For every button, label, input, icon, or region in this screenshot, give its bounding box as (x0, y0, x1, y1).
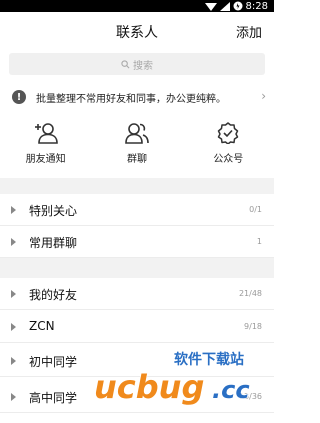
organize-banner[interactable]: ! 批量整理不常用好友和同事，办公更纯粹。 › (0, 84, 274, 110)
status-bar: 8:28 (0, 0, 274, 12)
chevron-right-icon: › (261, 89, 266, 103)
group-label: 高中同学 (29, 391, 78, 405)
quick-actions: 朋友通知 群聊 公众号 (0, 116, 274, 176)
official-account-icon (218, 122, 239, 144)
expand-arrow-icon (11, 290, 16, 298)
search-bar: 搜索 (0, 50, 274, 77)
watermark-logo: 软件下载站 ucbug .cc (94, 351, 250, 406)
group-chat-label: 群聊 (126, 154, 147, 165)
add-button[interactable]: 添加 (236, 22, 262, 41)
expand-arrow-icon (11, 393, 16, 401)
group-count: 1 (256, 237, 262, 246)
group-label: 常用群聊 (29, 236, 78, 250)
search-placeholder: 搜索 (133, 60, 153, 72)
info-icon: ! (12, 90, 26, 104)
watermark-brand: ucbug (94, 368, 204, 406)
section-divider (0, 178, 274, 194)
friend-notifications-label: 朋友通知 (25, 154, 66, 165)
section-divider (0, 258, 274, 278)
app-header: 联系人 添加 (0, 12, 274, 50)
group-count: 9/18 (244, 322, 262, 331)
wifi-icon (204, 2, 217, 11)
friend-notifications-button[interactable]: 朋友通知 (0, 116, 91, 176)
group-row[interactable]: 特别关心 0/1 (0, 194, 274, 226)
group-chat-button[interactable]: 群聊 (91, 116, 182, 176)
add-friend-icon (34, 123, 58, 144)
search-input[interactable]: 搜索 (9, 53, 265, 75)
group-row[interactable]: 常用群聊 1 (0, 226, 274, 258)
battery-icon (233, 1, 243, 11)
expand-arrow-icon (11, 323, 16, 331)
official-accounts-button[interactable]: 公众号 (183, 116, 274, 176)
group-icon (125, 123, 149, 144)
group-row[interactable]: ZCN 9/18 (0, 311, 274, 343)
status-icons (204, 1, 243, 11)
signal-icon (219, 1, 230, 11)
expand-arrow-icon (11, 238, 16, 246)
group-label: 初中同学 (29, 355, 78, 369)
group-count: 0/1 (249, 205, 262, 214)
official-accounts-label: 公众号 (213, 154, 244, 165)
status-time: 8:28 (245, 0, 268, 12)
search-icon (121, 59, 130, 68)
page-title: 联系人 (116, 25, 158, 41)
watermark-tagline: 软件下载站 (174, 351, 244, 368)
group-label: 我的好友 (29, 288, 78, 302)
expand-arrow-icon (11, 357, 16, 365)
group-label: ZCN (29, 319, 55, 333)
watermark-suffix: .cc (212, 376, 250, 404)
group-count: 21/48 (238, 289, 262, 298)
group-label: 特别关心 (29, 204, 78, 218)
group-row[interactable]: 我的好友 21/48 (0, 278, 274, 310)
banner-text: 批量整理不常用好友和同事，办公更纯粹。 (36, 93, 226, 105)
expand-arrow-icon (11, 206, 16, 214)
